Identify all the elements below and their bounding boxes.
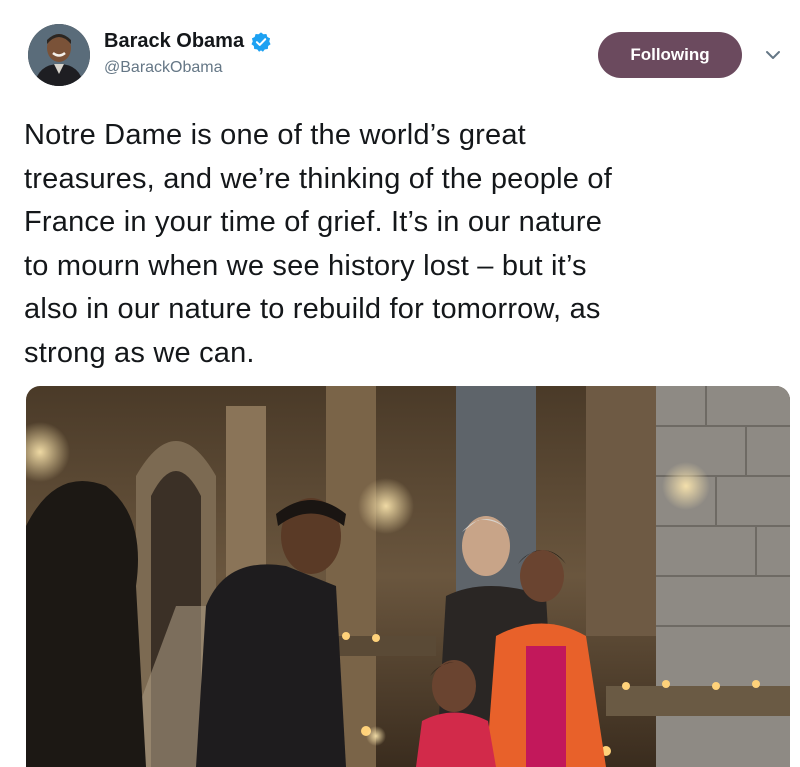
tweet-card: Barack Obama @BarackObama Following Notr… [0, 0, 800, 767]
tweet-text-line: France in your time of grief. It’s in ou… [24, 206, 603, 238]
tweet-header: Barack Obama @BarackObama Following [0, 0, 800, 110]
display-name-text: Barack Obama [104, 30, 245, 52]
following-button[interactable]: Following [598, 32, 742, 78]
cathedral-candles-photo [26, 386, 790, 767]
author-handle[interactable]: @BarackObama [104, 59, 272, 77]
tweet-text: Notre Dame is one of the world’s great t… [24, 114, 784, 375]
author-display-name[interactable]: Barack Obama [104, 30, 272, 53]
tweet-text-line: to mourn when we see history lost – but … [24, 249, 587, 282]
tweet-text-line: strong as we can. [24, 336, 255, 369]
verified-badge-icon [250, 31, 272, 53]
chevron-down-icon[interactable] [764, 48, 782, 62]
avatar[interactable] [28, 24, 90, 86]
tweet-photo[interactable] [26, 386, 790, 767]
tweet-text-line: treasures, and we’re thinking of the peo… [24, 162, 612, 195]
avatar-image [28, 24, 90, 86]
tweet-text-line: Notre Dame is one of the world’s great [24, 119, 526, 151]
tweet-text-line: also in our nature to rebuild for tomorr… [24, 293, 601, 325]
author-names: Barack Obama @BarackObama [104, 30, 272, 77]
